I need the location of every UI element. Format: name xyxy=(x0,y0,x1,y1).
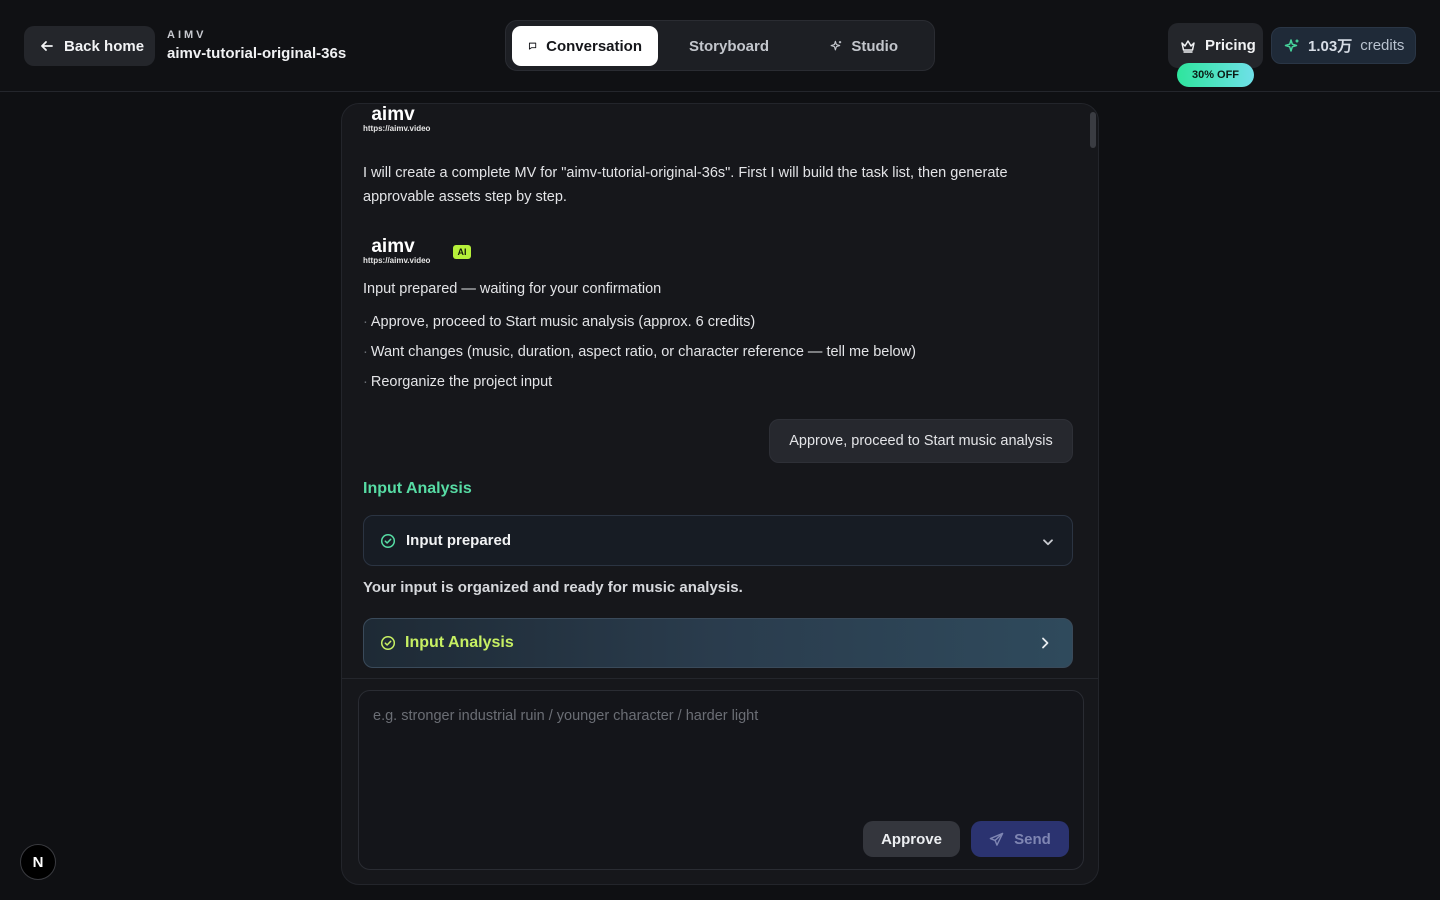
tab-storyboard[interactable]: Storyboard xyxy=(664,26,784,66)
check-circle-icon xyxy=(380,533,396,548)
message-input[interactable] xyxy=(359,691,1083,811)
step-description: Your input is organized and ready for mu… xyxy=(363,579,743,596)
option-text: Want changes (music, duration, aspect ra… xyxy=(370,344,916,360)
pricing-label: Pricing xyxy=(1205,37,1256,54)
user-message-bubble: Approve, proceed to Start music analysis xyxy=(769,419,1073,463)
sparkle-icon xyxy=(830,40,842,51)
brand-name: AIMV xyxy=(167,29,207,41)
project-name: aimv-tutorial-original-36s xyxy=(167,45,347,62)
chevron-right-icon xyxy=(1042,637,1049,649)
option-item: · Approve, proceed to Start music analysi… xyxy=(363,314,756,330)
option-text: Approve, proceed to Start music analysis… xyxy=(370,314,756,330)
section-title: Input Analysis xyxy=(363,480,472,497)
view-tabs: Conversation Storyboard Studio xyxy=(505,20,935,71)
status-message: Input prepared — waiting for your confir… xyxy=(363,281,662,297)
logo-word: aimv xyxy=(371,104,415,125)
aimv-logo: aimv https://aimv.video xyxy=(363,236,445,266)
step-title: Input prepared xyxy=(406,532,512,549)
input-prepared-step[interactable]: Input prepared xyxy=(363,515,1073,566)
credits-label: credits xyxy=(1360,37,1405,54)
tab-studio-label: Studio xyxy=(851,37,898,55)
logo-word: aimv xyxy=(371,236,415,257)
tab-storyboard-label: Storyboard xyxy=(689,37,770,55)
conversation-panel: aimv https://aimv.video I will create a … xyxy=(341,103,1099,885)
dev-tools-badge[interactable]: N xyxy=(20,844,56,880)
message-composer: Approve Send xyxy=(358,690,1084,870)
sparkle-icon xyxy=(1284,38,1299,52)
aimv-logo: aimv https://aimv.video xyxy=(363,104,445,134)
analysis-card-label: Input Analysis xyxy=(405,634,514,651)
send-label: Send xyxy=(1014,830,1051,848)
discount-badge: 30% OFF xyxy=(1177,63,1254,87)
check-circle-icon xyxy=(380,635,396,651)
option-item: · Reorganize the project input xyxy=(363,374,553,390)
tab-studio[interactable]: Studio xyxy=(814,26,914,66)
brand-block: AIMV aimv-tutorial-original-36s xyxy=(167,29,346,62)
pricing-button[interactable]: Pricing xyxy=(1168,23,1263,68)
back-home-button[interactable]: Back home xyxy=(24,26,155,66)
tab-conversation-label: Conversation xyxy=(546,37,642,55)
chevron-down-icon xyxy=(1043,539,1053,546)
logo-url: https://aimv.video xyxy=(363,256,431,265)
chat-bubble-icon xyxy=(528,42,537,50)
logo-url: https://aimv.video xyxy=(363,124,431,133)
input-analysis-card[interactable]: Input Analysis xyxy=(363,618,1073,668)
ai-badge: AI xyxy=(453,245,471,259)
assistant-intro-message: I will create a complete MV for "aimv-tu… xyxy=(363,165,1008,205)
back-home-label: Back home xyxy=(64,37,145,55)
top-bar: Back home AIMV aimv-tutorial-original-36… xyxy=(0,0,1440,92)
tab-conversation[interactable]: Conversation xyxy=(512,26,658,66)
send-icon xyxy=(989,832,1004,846)
crown-icon xyxy=(1181,39,1195,53)
scrollbar-thumb[interactable] xyxy=(1090,112,1096,148)
approve-button[interactable]: Approve xyxy=(863,821,960,857)
credits-value: 1.03万 xyxy=(1308,38,1353,55)
send-button[interactable]: Send xyxy=(971,821,1069,857)
option-item: · Want changes (music, duration, aspect r… xyxy=(363,344,916,360)
composer-divider xyxy=(342,678,1098,679)
arrow-left-icon xyxy=(41,41,53,51)
option-text: Reorganize the project input xyxy=(370,374,553,390)
message-list[interactable]: aimv https://aimv.video I will create a … xyxy=(342,104,1098,678)
credits-button[interactable]: 1.03万 credits xyxy=(1271,27,1416,64)
